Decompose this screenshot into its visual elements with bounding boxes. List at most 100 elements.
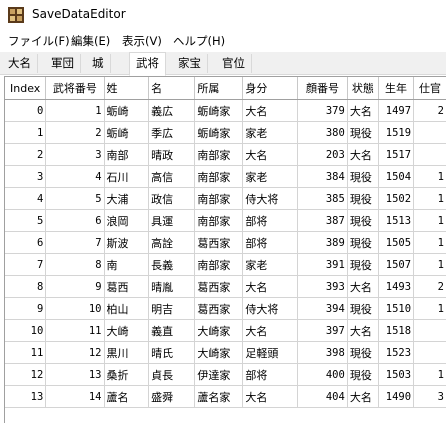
cell-busho-id[interactable]: 9 — [45, 275, 105, 298]
menu-help[interactable]: ヘルプ(H) — [173, 33, 225, 49]
cell-clan[interactable]: 蛎崎家 — [194, 99, 244, 122]
cell-busho-id[interactable]: 7 — [45, 231, 105, 254]
cell-busho-id[interactable]: 11 — [45, 319, 105, 342]
cell-busho-id[interactable]: 6 — [45, 209, 105, 232]
tab-kan-i[interactable]: 官位 — [216, 54, 252, 73]
cell-given-name[interactable]: 具運 — [148, 209, 196, 232]
cell-clan[interactable]: 蘆名家 — [194, 385, 244, 408]
cell-given-name[interactable]: 季広 — [148, 121, 196, 144]
cell-busho-id[interactable]: 8 — [45, 253, 105, 276]
cell-given-name[interactable]: 義直 — [148, 319, 196, 342]
col-header-rank[interactable]: 身分 — [242, 77, 299, 100]
cell-face-id[interactable]: 203 — [297, 143, 348, 166]
cell-face-id[interactable]: 379 — [297, 99, 348, 122]
cell-index[interactable]: 10 — [5, 319, 47, 342]
cell-surname[interactable]: 大浦 — [104, 187, 150, 210]
col-header-birth-year[interactable]: 生年 — [378, 77, 415, 100]
cell-status[interactable]: 大名 — [347, 319, 380, 342]
cell-surname[interactable]: 斯波 — [104, 231, 150, 254]
cell-given-name[interactable]: 明吉 — [148, 297, 196, 320]
menu-file[interactable]: ファイル(F) — [8, 33, 70, 49]
cell-surname[interactable]: 浪岡 — [104, 209, 150, 232]
cell-face-id[interactable]: 397 — [297, 319, 348, 342]
cell-service[interactable]: 1 — [413, 363, 446, 386]
cell-busho-id[interactable]: 10 — [45, 297, 105, 320]
cell-index[interactable]: 6 — [5, 231, 47, 254]
cell-surname[interactable]: 葛西 — [104, 275, 150, 298]
cell-rank[interactable]: 部将 — [242, 231, 299, 254]
cell-service[interactable]: 1 — [413, 253, 446, 276]
cell-busho-id[interactable]: 13 — [45, 363, 105, 386]
cell-face-id[interactable]: 400 — [297, 363, 348, 386]
cell-rank[interactable]: 家老 — [242, 165, 299, 188]
cell-surname[interactable]: 桑折 — [104, 363, 150, 386]
cell-birth-year[interactable]: 1510 — [378, 297, 415, 320]
cell-status[interactable]: 現役 — [347, 165, 380, 188]
col-header-given-name[interactable]: 名 — [148, 77, 196, 100]
cell-index[interactable]: 3 — [5, 165, 47, 188]
col-header-surname[interactable]: 姓 — [104, 77, 150, 100]
cell-clan[interactable]: 葛西家 — [194, 231, 244, 254]
table-row[interactable]: 9 10 柏山 明吉 葛西家 侍大将 394 現役 1510 1 — [5, 297, 446, 320]
cell-status[interactable]: 現役 — [347, 363, 380, 386]
cell-service[interactable]: 2 — [413, 99, 446, 122]
cell-index[interactable]: 9 — [5, 297, 47, 320]
cell-surname[interactable]: 蛎崎 — [104, 99, 150, 122]
cell-given-name[interactable]: 晴政 — [148, 143, 196, 166]
cell-face-id[interactable]: 385 — [297, 187, 348, 210]
cell-given-name[interactable]: 晴胤 — [148, 275, 196, 298]
cell-surname[interactable]: 南部 — [104, 143, 150, 166]
cell-rank[interactable]: 大名 — [242, 99, 299, 122]
cell-birth-year[interactable]: 1503 — [378, 363, 415, 386]
menu-edit[interactable]: 編集(E) — [71, 33, 110, 49]
cell-face-id[interactable]: 394 — [297, 297, 348, 320]
cell-surname[interactable]: 石川 — [104, 165, 150, 188]
cell-service[interactable] — [413, 143, 446, 166]
cell-clan[interactable]: 大崎家 — [194, 319, 244, 342]
cell-clan[interactable]: 南部家 — [194, 143, 244, 166]
cell-busho-id[interactable]: 4 — [45, 165, 105, 188]
col-header-clan[interactable]: 所属 — [194, 77, 244, 100]
cell-service[interactable]: 1 — [413, 297, 446, 320]
tab-daimyo[interactable]: 大名 — [2, 54, 38, 73]
cell-rank[interactable]: 部将 — [242, 363, 299, 386]
cell-status[interactable]: 現役 — [347, 341, 380, 364]
cell-birth-year[interactable]: 1507 — [378, 253, 415, 276]
cell-service[interactable]: 2 — [413, 275, 446, 298]
cell-face-id[interactable]: 380 — [297, 121, 348, 144]
cell-surname[interactable]: 大崎 — [104, 319, 150, 342]
menu-view[interactable]: 表示(V) — [122, 33, 162, 49]
cell-clan[interactable]: 大崎家 — [194, 341, 244, 364]
cell-index[interactable]: 2 — [5, 143, 47, 166]
cell-index[interactable]: 11 — [5, 341, 47, 364]
cell-service[interactable]: 1 — [413, 231, 446, 254]
cell-face-id[interactable]: 387 — [297, 209, 348, 232]
cell-birth-year[interactable]: 1513 — [378, 209, 415, 232]
cell-clan[interactable]: 葛西家 — [194, 275, 244, 298]
cell-birth-year[interactable]: 1519 — [378, 121, 415, 144]
table-row[interactable]: 11 12 黒川 晴氏 大崎家 足軽頭 398 現役 1523 — [5, 341, 446, 364]
cell-busho-id[interactable]: 12 — [45, 341, 105, 364]
cell-rank[interactable]: 大名 — [242, 385, 299, 408]
cell-birth-year[interactable]: 1504 — [378, 165, 415, 188]
cell-face-id[interactable]: 393 — [297, 275, 348, 298]
cell-birth-year[interactable]: 1518 — [378, 319, 415, 342]
cell-busho-id[interactable]: 3 — [45, 143, 105, 166]
cell-surname[interactable]: 蘆名 — [104, 385, 150, 408]
cell-given-name[interactable]: 長義 — [148, 253, 196, 276]
cell-service[interactable] — [413, 319, 446, 342]
cell-given-name[interactable]: 高詮 — [148, 231, 196, 254]
table-row[interactable]: 6 7 斯波 高詮 葛西家 部将 389 現役 1505 1 — [5, 231, 446, 254]
cell-status[interactable]: 現役 — [347, 231, 380, 254]
cell-rank[interactable]: 足軽頭 — [242, 341, 299, 364]
cell-birth-year[interactable]: 1502 — [378, 187, 415, 210]
cell-rank[interactable]: 侍大将 — [242, 187, 299, 210]
table-row[interactable]: 10 11 大崎 義直 大崎家 大名 397 大名 1518 — [5, 319, 446, 342]
cell-given-name[interactable]: 盛舜 — [148, 385, 196, 408]
cell-rank[interactable]: 大名 — [242, 275, 299, 298]
cell-status[interactable]: 現役 — [347, 253, 380, 276]
cell-service[interactable]: 1 — [413, 209, 446, 232]
cell-birth-year[interactable]: 1490 — [378, 385, 415, 408]
cell-service[interactable]: 1 — [413, 187, 446, 210]
col-header-face-id[interactable]: 顔番号 — [297, 77, 348, 100]
